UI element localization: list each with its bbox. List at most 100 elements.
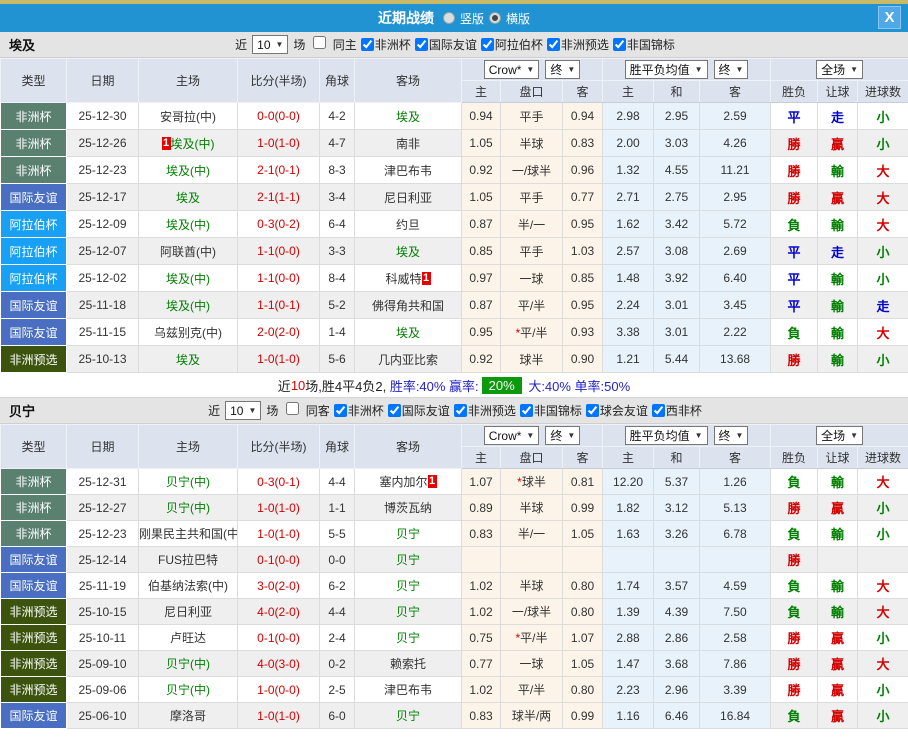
col-goals: 进球数 [857, 80, 908, 103]
league-checkbox[interactable] [480, 38, 494, 51]
league-label: 非洲预选 [560, 38, 609, 52]
odds-home-cell: 0.95 [461, 318, 501, 346]
close-button[interactable]: X [878, 6, 901, 29]
final-odds-select[interactable]: 终 ▼ [545, 59, 581, 79]
away-team-cell: 埃及 [354, 237, 462, 265]
home-team-cell: 贝宁(中) [138, 468, 238, 495]
final-odds-value: 终 [550, 62, 563, 77]
home-team-cell: 埃及(中) [138, 291, 238, 319]
team-name: 贝宁(中) [166, 501, 210, 515]
away-team-cell: 埃及 [354, 318, 462, 346]
fullmatch-select[interactable]: 全场 ▼ [816, 426, 864, 445]
same-venue-checkbox[interactable] [286, 402, 300, 415]
odds-home-cell: 0.77 [461, 650, 501, 677]
league-filter-list: 非洲杯 国际友谊 非洲预选 非国锦标 球会友谊 西非杯 [330, 402, 702, 419]
league-checkbox[interactable] [585, 404, 599, 417]
away-team-cell: 埃及 [354, 102, 462, 130]
avg-draw-cell: 3.68 [653, 650, 701, 677]
handicap-result-cell: 贏 [817, 676, 859, 703]
score-cell: 1-1(0-1) [237, 291, 320, 319]
score-cell: 2-1(0-1) [237, 156, 320, 184]
league-filter: 非国锦标 [612, 36, 675, 53]
avg-away-cell: 2.95 [699, 183, 772, 211]
results-table-egypt: 类型 日期 主场 比分(半场) 角球 客场 Crow* ▼ 终 ▼ 胜平负均值 ▼ 终 ▼ … [0, 58, 908, 373]
home-team-cell: 埃及 [138, 183, 238, 211]
result-cell: 勝 [770, 650, 819, 677]
avg-final-value: 终 [718, 63, 731, 77]
avg-away-cell: 4.59 [699, 572, 772, 599]
handicap-cell [500, 546, 563, 573]
league-checkbox[interactable] [651, 404, 665, 417]
table-row: 非洲预选 25-10-13 埃及 1-0(1-0) 5-6 几内亚比索 0.92… [0, 345, 908, 373]
odds-home-cell: 1.02 [461, 572, 501, 599]
col-avg-away: 客 [699, 446, 772, 469]
avg-draw-cell: 3.26 [653, 520, 701, 547]
league-checkbox[interactable] [333, 404, 347, 417]
match-date-cell: 25-12-27 [66, 494, 139, 521]
avg-select[interactable]: 胜平负均值 ▼ [624, 426, 708, 445]
score-cell: 1-0(0-0) [237, 676, 320, 703]
goals-result-cell: 小 [857, 102, 908, 130]
home-team-cell: 刚果民主共和国(中) [138, 520, 238, 547]
vertical-layout-radio[interactable] [442, 12, 455, 24]
match-date-cell: 25-06-10 [66, 702, 139, 729]
titlebar: 近期战绩 竖版 横版 X [0, 4, 908, 32]
match-type-cell: 阿拉伯杯 [0, 237, 67, 265]
final-odds-select[interactable]: 终 ▼ [545, 425, 581, 445]
match-date-cell: 25-11-18 [66, 291, 139, 319]
bookmaker-select[interactable]: Crow* ▼ [483, 60, 540, 80]
odds-home-cell: 1.05 [461, 183, 501, 211]
home-team-cell: FUS拉巴特 [138, 546, 238, 573]
red-number-badge: 1 [161, 136, 171, 150]
match-type-cell: 非洲杯 [0, 520, 67, 547]
section-header: 埃及 近 10 ▼ 场 同主 非洲杯 国际友谊 阿拉伯杯 非洲预选 非国锦标 [0, 32, 908, 58]
team-name: 尼日利亚 [383, 190, 432, 205]
result-cell: 負 [770, 572, 819, 599]
league-checkbox[interactable] [387, 404, 401, 417]
handicap-cell: 半球 [500, 494, 563, 521]
odds-home-cell: 1.02 [461, 598, 501, 625]
handicap-result-cell: 輸 [817, 210, 859, 238]
odds-away-cell: 0.94 [561, 102, 604, 130]
handicap-cell: 半/一 [500, 210, 563, 238]
league-checkbox[interactable] [519, 404, 533, 417]
avg-group-header: 胜平负均值 ▼ 终 ▼ [602, 424, 772, 447]
odds-away-cell: 0.80 [561, 572, 604, 599]
horizontal-layout-radio[interactable] [489, 12, 501, 24]
avg-draw-cell: 2.86 [653, 624, 701, 651]
same-venue-checkbox[interactable] [313, 36, 327, 49]
league-checkbox[interactable] [612, 38, 626, 51]
league-checkbox[interactable] [414, 38, 428, 51]
avg-select[interactable]: 胜平负均值 ▼ [624, 60, 708, 79]
team-name: 贝宁(中) [166, 475, 210, 489]
avg-home-cell: 2.57 [602, 237, 655, 265]
goals-result-cell: 大 [857, 468, 908, 495]
handicap-result-cell: 贏 [817, 624, 859, 651]
result-cell: 負 [770, 520, 819, 547]
league-filter: 非洲预选 [546, 36, 609, 53]
bookmaker-select[interactable]: Crow* ▼ [483, 426, 540, 446]
odds-home-cell: 1.05 [461, 129, 501, 157]
league-checkbox[interactable] [546, 38, 560, 51]
same-venue-filter: 同客 [280, 402, 330, 419]
recent-count-select[interactable]: 10 ▼ [252, 35, 289, 54]
league-checkbox[interactable] [360, 38, 374, 51]
corner-cell: 5-2 [319, 291, 355, 319]
avg-home-cell: 1.47 [602, 650, 655, 677]
match-date-cell: 25-12-09 [66, 210, 139, 238]
handicap-result-cell: 贏 [817, 129, 859, 157]
result-cell: 勝 [770, 546, 819, 573]
avg-home-cell: 2.24 [602, 291, 655, 319]
recent-count-select[interactable]: 10 ▼ [225, 401, 262, 420]
avg-home-cell: 1.21 [602, 345, 655, 373]
avg-draw-cell: 2.75 [653, 183, 701, 211]
score-cell: 0-3(0-1) [237, 468, 320, 495]
fullmatch-select[interactable]: 全场 ▼ [816, 60, 864, 79]
avg-away-cell: 2.22 [699, 318, 772, 346]
avg-final-select[interactable]: 终 ▼ [713, 426, 749, 445]
team-name: 埃及 [175, 352, 200, 367]
avg-final-select[interactable]: 终 ▼ [713, 60, 749, 79]
league-checkbox[interactable] [453, 404, 467, 417]
team-name: 几内亚比索 [377, 352, 438, 367]
goals-result-cell: 大 [857, 598, 908, 625]
